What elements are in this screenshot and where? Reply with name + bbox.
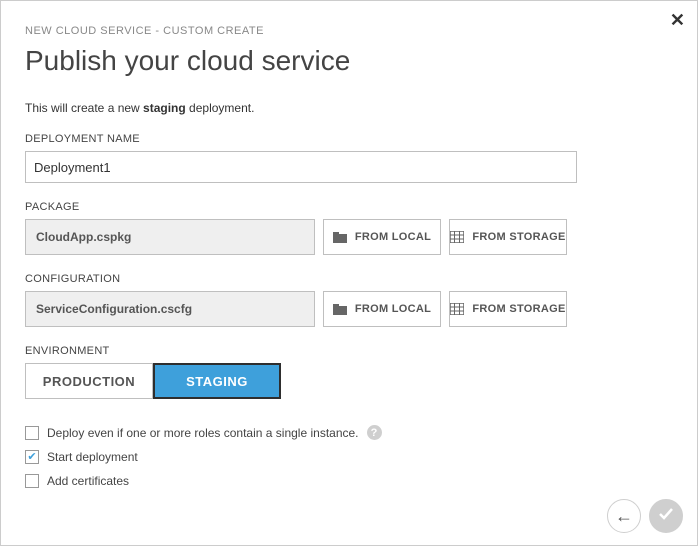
start-deployment-label: Start deployment [47,450,138,464]
intro-text: This will create a new staging deploymen… [25,101,673,115]
page-title: Publish your cloud service [25,45,673,77]
deploy-single-instance-label: Deploy even if one or more roles contain… [47,426,359,440]
configuration-file-box: ServiceConfiguration.cscfg [25,291,315,327]
close-icon[interactable]: ✕ [670,11,685,29]
folder-icon [333,303,347,315]
intro-suffix: deployment. [186,101,255,115]
back-button[interactable]: ← [607,499,641,533]
package-from-storage-button[interactable]: FROM STORAGE [449,219,567,255]
configuration-file-name: ServiceConfiguration.cscfg [36,302,192,316]
storage-grid-icon [450,303,464,315]
package-file-name: CloudApp.cspkg [36,230,131,244]
package-from-storage-label: FROM STORAGE [472,231,565,243]
configuration-from-storage-label: FROM STORAGE [472,303,565,315]
complete-button[interactable] [649,499,683,533]
configuration-from-local-label: FROM LOCAL [355,303,431,315]
arrow-left-icon: ← [615,506,633,527]
deployment-name-label: DEPLOYMENT NAME [25,133,673,145]
configuration-from-storage-button[interactable]: FROM STORAGE [449,291,567,327]
deploy-single-instance-checkbox[interactable] [25,426,39,440]
configuration-from-local-button[interactable]: FROM LOCAL [323,291,441,327]
environment-staging-button[interactable]: STAGING [153,363,281,399]
add-certificates-checkbox[interactable] [25,474,39,488]
package-from-local-label: FROM LOCAL [355,231,431,243]
add-certificates-label: Add certificates [47,474,129,488]
breadcrumb: NEW CLOUD SERVICE - CUSTOM CREATE [25,25,673,37]
configuration-label: CONFIGURATION [25,273,673,285]
deployment-name-input[interactable] [25,151,577,183]
package-from-local-button[interactable]: FROM LOCAL [323,219,441,255]
check-icon [657,505,675,528]
intro-prefix: This will create a new [25,101,143,115]
folder-icon [333,231,347,243]
help-icon[interactable]: ? [367,425,382,440]
storage-grid-icon [450,231,464,243]
start-deployment-checkbox[interactable]: ✔ [25,450,39,464]
intro-bold: staging [143,101,186,115]
environment-label: ENVIRONMENT [25,345,673,357]
package-label: PACKAGE [25,201,673,213]
package-file-box: CloudApp.cspkg [25,219,315,255]
environment-production-button[interactable]: PRODUCTION [25,363,153,399]
